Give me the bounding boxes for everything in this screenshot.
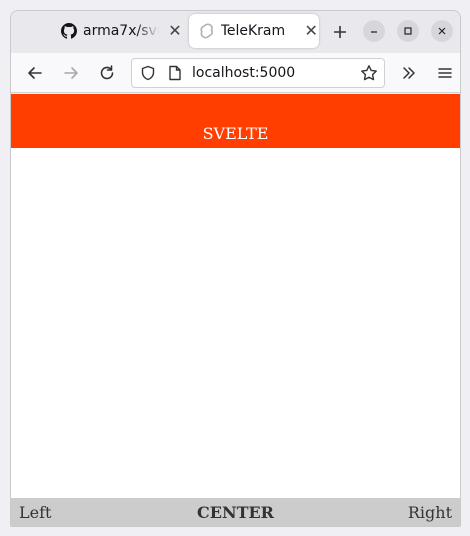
browser-frame: arma7x/svelte ✕ TeleKram ✕ xyxy=(10,10,461,527)
tab-title: TeleKram xyxy=(220,23,286,39)
hamburger-menu-icon[interactable] xyxy=(433,61,457,85)
footer-right-softkey[interactable]: Right xyxy=(408,503,452,522)
minimize-button[interactable] xyxy=(363,20,385,42)
footer-center-softkey[interactable]: CENTER xyxy=(11,503,460,522)
reload-button[interactable] xyxy=(95,61,119,85)
overflow-chevron-icon[interactable] xyxy=(397,61,421,85)
close-icon[interactable]: ✕ xyxy=(167,23,183,39)
tab-telekram[interactable]: TeleKram ✕ xyxy=(189,14,319,48)
tab-github[interactable]: arma7x/svelte ✕ xyxy=(51,14,183,48)
back-button[interactable] xyxy=(23,61,47,85)
shield-icon[interactable] xyxy=(140,65,156,85)
page-icon xyxy=(168,65,182,85)
page-content: SVELTE Left CENTER Right xyxy=(11,94,460,526)
address-bar[interactable]: localhost:5000 xyxy=(131,58,385,88)
maximize-button[interactable] xyxy=(397,20,419,42)
close-icon[interactable]: ✕ xyxy=(303,23,319,39)
browser-window: arma7x/svelte ✕ TeleKram ✕ xyxy=(0,0,470,536)
tab-title: arma7x/svelte xyxy=(83,23,159,39)
nav-toolbar: localhost:5000 xyxy=(11,53,460,93)
app-footer: Left CENTER Right xyxy=(11,498,460,526)
app-header: SVELTE xyxy=(11,94,460,148)
bookmark-star-icon[interactable] xyxy=(360,64,378,86)
svelte-icon xyxy=(199,23,215,39)
window-close-button[interactable] xyxy=(431,20,453,42)
new-tab-button[interactable] xyxy=(329,21,351,43)
tab-strip: arma7x/svelte ✕ TeleKram ✕ xyxy=(11,11,460,53)
url-text: localhost:5000 xyxy=(192,65,296,81)
app-header-title: SVELTE xyxy=(202,124,269,143)
forward-button[interactable] xyxy=(59,61,83,85)
github-icon xyxy=(61,23,77,39)
